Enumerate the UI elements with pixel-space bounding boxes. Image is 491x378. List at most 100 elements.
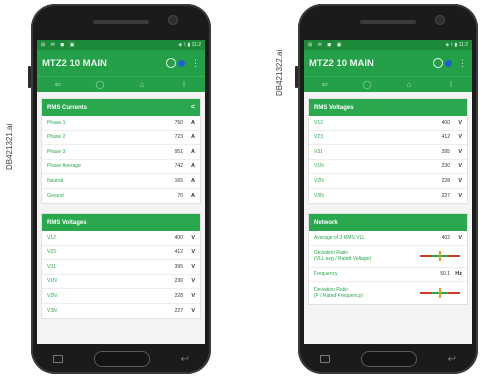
row-label: V2N (314, 177, 324, 184)
home-button[interactable] (360, 351, 417, 367)
section-header-network: Network (309, 214, 467, 231)
table-row: V31 395 V (42, 260, 200, 275)
row-unit: V (458, 192, 462, 199)
side-button[interactable] (28, 66, 31, 88)
tab-measure-icon[interactable]: ◯ (356, 80, 378, 89)
table-row: V23 412 V (42, 246, 200, 260)
row-value: 227 (174, 307, 183, 314)
row-label: Average of 3 RMS VLL (314, 234, 366, 241)
row-unit: V (458, 163, 462, 170)
share-icon[interactable]: < (191, 104, 195, 111)
bluetooth-icon[interactable] (445, 59, 452, 67)
row-unit: A (191, 163, 195, 170)
row-value: 227 (441, 192, 450, 199)
row-label: V1N (47, 278, 57, 285)
table-row: V1N 230 V (309, 160, 467, 174)
home-button[interactable] (93, 351, 150, 367)
tab-back-icon[interactable]: ⇐ (47, 80, 69, 89)
row-value: 723 (174, 134, 183, 141)
table-row: Phase 2 723 A (42, 131, 200, 145)
row-label: Deviation Ratio (VLL avg / Rated Voltage… (314, 250, 420, 262)
rms-voltages-card: RMS Voltages V12 400 V V23 412 V V31 395 V V1N… (308, 98, 468, 204)
tab-home-icon[interactable]: ⌂ (131, 80, 153, 89)
table-row: V1N 230 V (42, 275, 200, 289)
row-value: 50.1 (440, 271, 450, 278)
table-row: Phase 1 750 A (42, 116, 200, 131)
phone-left: ⊞ ✉ ◼ ▣ ◈ ⌇ ▮ 11:2 MTZ2 10 MAIN ⋮ ⇐ ◯ ⌂ … (28, 4, 211, 374)
status-clock: ◈ ⌇ ▮ 11:2 (445, 42, 468, 48)
table-row: Deviation Ratio (F / Rated Frequency) (309, 282, 467, 304)
tab-measure-icon[interactable]: ◯ (89, 80, 111, 89)
section-title: RMS Currents (47, 104, 88, 111)
menu-icon[interactable]: ⋮ (458, 58, 467, 69)
connection-icon[interactable] (433, 58, 443, 68)
menu-icon[interactable]: ⋮ (191, 58, 200, 69)
front-camera (169, 16, 177, 24)
nav-bar: ↩ (298, 344, 478, 374)
row-value: 230 (174, 278, 183, 285)
app-bar: MTZ2 10 MAIN ⋮ (37, 50, 205, 76)
row-value: 228 (174, 292, 183, 299)
tab-back-icon[interactable]: ⇐ (314, 80, 336, 89)
row-label: V31 (314, 148, 323, 155)
row-label: Ground (47, 192, 64, 199)
row-value: 402 (441, 234, 450, 241)
row-label: V12 (47, 234, 56, 241)
row-label: Frequency (314, 271, 338, 278)
row-unit: A (191, 177, 195, 184)
table-row: V3N 227 V (42, 304, 200, 319)
side-button[interactable] (295, 66, 298, 88)
section-title: Network (314, 219, 338, 226)
back-icon[interactable]: ↩ (181, 354, 189, 365)
bluetooth-icon[interactable] (178, 59, 185, 67)
row-unit: A (191, 148, 195, 155)
row-value: 228 (441, 177, 450, 184)
tab-home-icon[interactable]: ⌂ (398, 80, 420, 89)
table-row: Phase 3 951 A (42, 145, 200, 160)
content-area: RMS Currents < Phase 1 750 A Phase 2 723 A P… (37, 92, 205, 334)
table-row: Ground 70 A (42, 189, 200, 204)
row-value: 400 (441, 119, 450, 126)
row-label: Phase 2 (47, 134, 66, 141)
row-unit: V (191, 307, 195, 314)
row-label-line: (VLL avg / Rated Voltage) (314, 256, 372, 262)
section-title: RMS Voltages (314, 104, 354, 111)
row-unit: V (191, 249, 195, 256)
row-unit: V (191, 263, 195, 270)
row-label: Phase 3 (47, 148, 66, 155)
status-bar: ⊞ ✉ ◼ ▣ ◈ ⌇ ▮ 11:2 (37, 40, 205, 50)
tab-info-icon[interactable]: ⅰ (440, 80, 462, 89)
table-row: Average of 3 RMS VLL 402 V (309, 231, 467, 246)
tab-bar: ⇐ ◯ ⌂ ⅰ (304, 76, 472, 92)
recent-apps-icon[interactable] (53, 355, 63, 363)
table-row: V2N 228 V (42, 289, 200, 304)
row-label: V23 (47, 249, 56, 256)
table-row: V2N 228 V (309, 174, 467, 189)
row-unit: V (458, 177, 462, 184)
recent-apps-icon[interactable] (320, 355, 330, 363)
section-header-voltages: RMS Voltages (42, 214, 200, 231)
status-bar: ⊞ ✉ ◼ ▣ ◈ ⌇ ▮ 11:2 (304, 40, 472, 50)
phone-screen: ⊞ ✉ ◼ ▣ ◈ ⌇ ▮ 11:2 MTZ2 10 MAIN ⋮ ⇐ ◯ ⌂ … (37, 40, 205, 344)
row-value: 412 (441, 134, 450, 141)
row-value: 400 (174, 234, 183, 241)
row-label: V3N (47, 307, 57, 314)
rms-voltages-card: RMS Voltages V12 400 V V23 412 V V31 395 V V1N… (41, 213, 201, 319)
app-title: MTZ2 10 MAIN (42, 57, 107, 69)
tab-info-icon[interactable]: ⅰ (173, 80, 195, 89)
row-value: 230 (441, 163, 450, 170)
row-label-line: (F / Rated Frequency) (314, 293, 363, 299)
connection-icon[interactable] (166, 58, 176, 68)
table-row: Phase Average 742 A (42, 160, 200, 174)
back-icon[interactable]: ↩ (448, 354, 456, 365)
row-value: 412 (174, 249, 183, 256)
row-value: 395 (441, 148, 450, 155)
row-unit: V (458, 148, 462, 155)
row-value: 750 (174, 119, 183, 126)
app-bar: MTZ2 10 MAIN ⋮ (304, 50, 472, 76)
phone-screen: ⊞ ✉ ◼ ▣ ◈ ⌇ ▮ 11:2 MTZ2 10 MAIN ⋮ ⇐ ◯ ⌂ … (304, 40, 472, 344)
front-camera (436, 16, 444, 24)
table-row: V23 412 V (309, 131, 467, 145)
phone-right: ⊞ ✉ ◼ ▣ ◈ ⌇ ▮ 11:2 MTZ2 10 MAIN ⋮ ⇐ ◯ ⌂ … (295, 4, 478, 374)
document-id-left: DB421321.ai (5, 123, 14, 170)
